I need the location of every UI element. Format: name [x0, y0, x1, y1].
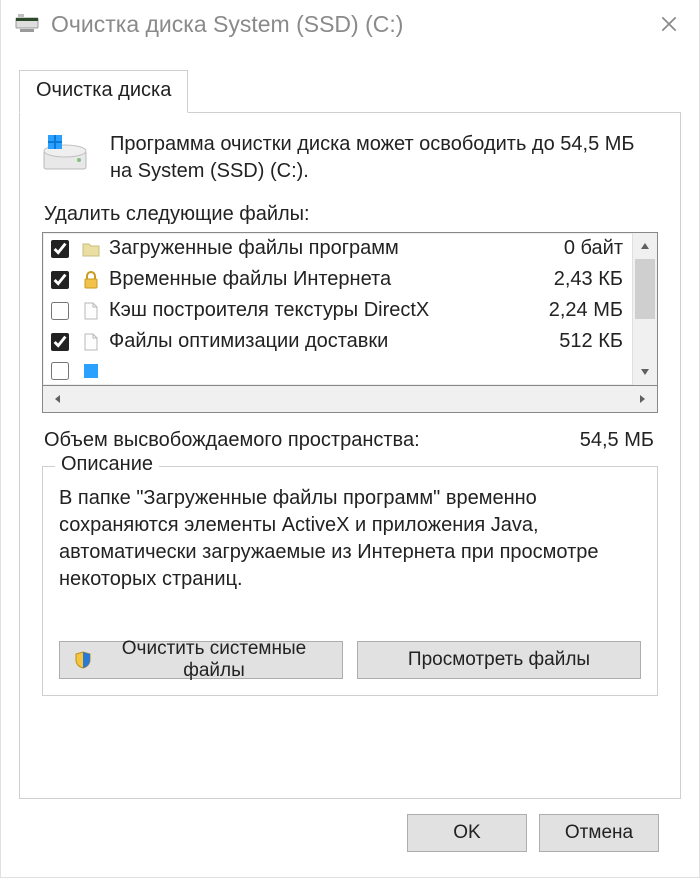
titlebar: Очистка диска System (SSD) (C:) [1, 0, 699, 48]
tabstrip: Очистка диска [19, 70, 681, 112]
drive-icon [42, 131, 88, 177]
file-icon [81, 301, 101, 321]
list-item[interactable]: Кэш построителя текстуры DirectX 2,24 МБ [43, 295, 633, 326]
tab-disk-cleanup[interactable]: Очистка диска [19, 70, 188, 113]
view-files-label: Просмотреть файлы [408, 649, 590, 671]
description-groupbox: Описание В папке "Загруженные файлы прог… [42, 466, 658, 696]
list-item-size: 512 КБ [559, 330, 623, 353]
window-title: Очистка диска System (SSD) (C:) [51, 11, 639, 38]
list-item-label: Временные файлы Интернета [109, 268, 546, 291]
list-item-checkbox[interactable] [51, 240, 69, 258]
client-area: Очистка диска Программа очист [1, 48, 699, 877]
list-item-label: Файлы оптимизации доставки [109, 330, 551, 353]
clean-system-files-button[interactable]: Очистить системные файлы [59, 641, 343, 679]
intro-row: Программа очистки диска может освободить… [42, 131, 658, 185]
file-icon [81, 361, 101, 381]
list-item-checkbox[interactable] [51, 302, 69, 320]
disk-cleanup-dialog: Очистка диска System (SSD) (C:) Очистка … [0, 0, 700, 878]
list-item-checkbox[interactable] [51, 271, 69, 289]
list-item[interactable]: Файлы оптимизации доставки 512 КБ [43, 326, 633, 357]
scrollbar-track[interactable] [633, 259, 657, 359]
list-item-size: 2,43 КБ [554, 268, 623, 291]
lock-icon [81, 270, 101, 290]
tab-panel: Программа очистки диска может освободить… [19, 112, 681, 799]
scroll-down-arrow-icon[interactable] [633, 359, 657, 385]
files-to-delete-label: Удалить следующие файлы: [44, 203, 658, 226]
files-listbox[interactable]: Загруженные файлы программ 0 байт Времен… [42, 232, 658, 386]
list-item-checkbox[interactable] [51, 333, 69, 351]
list-item[interactable] [43, 357, 633, 385]
cancel-label: Отмена [565, 822, 633, 844]
list-item-label: Загруженные файлы программ [109, 237, 556, 260]
scroll-left-arrow-icon[interactable] [43, 386, 71, 412]
ok-label: OK [453, 822, 480, 844]
description-text: В папке "Загруженные файлы программ" вре… [59, 485, 641, 621]
free-space-row: Объем высвобождаемого пространства: 54,5… [44, 429, 654, 452]
horizontal-scrollbar[interactable] [42, 386, 658, 413]
scroll-right-arrow-icon[interactable] [629, 386, 657, 412]
clean-system-files-label: Очистить системные файлы [100, 638, 328, 682]
list-item-size: 0 байт [564, 237, 623, 260]
list-item-size: 2,24 МБ [549, 299, 623, 322]
disk-cleanup-app-icon [15, 12, 39, 36]
list-item-label: Кэш построителя текстуры DirectX [109, 299, 541, 322]
cancel-button[interactable]: Отмена [539, 814, 659, 852]
description-legend: Описание [55, 453, 159, 476]
vertical-scrollbar[interactable] [632, 233, 657, 385]
close-button[interactable] [639, 0, 699, 48]
shield-icon [74, 651, 92, 669]
scroll-up-arrow-icon[interactable] [633, 233, 657, 259]
file-icon [81, 332, 101, 352]
list-item[interactable]: Загруженные файлы программ 0 байт [43, 233, 633, 264]
free-space-label: Объем высвобождаемого пространства: [44, 429, 420, 452]
list-item[interactable]: Временные файлы Интернета 2,43 КБ [43, 264, 633, 295]
folder-icon [81, 239, 101, 259]
dialog-button-bar: OK Отмена [19, 799, 681, 867]
scrollbar-thumb[interactable] [635, 259, 655, 319]
intro-text: Программа очистки диска может освободить… [110, 131, 658, 185]
free-space-value: 54,5 МБ [580, 429, 654, 452]
list-item-checkbox[interactable] [51, 362, 69, 380]
ok-button[interactable]: OK [407, 814, 527, 852]
view-files-button[interactable]: Просмотреть файлы [357, 641, 641, 679]
